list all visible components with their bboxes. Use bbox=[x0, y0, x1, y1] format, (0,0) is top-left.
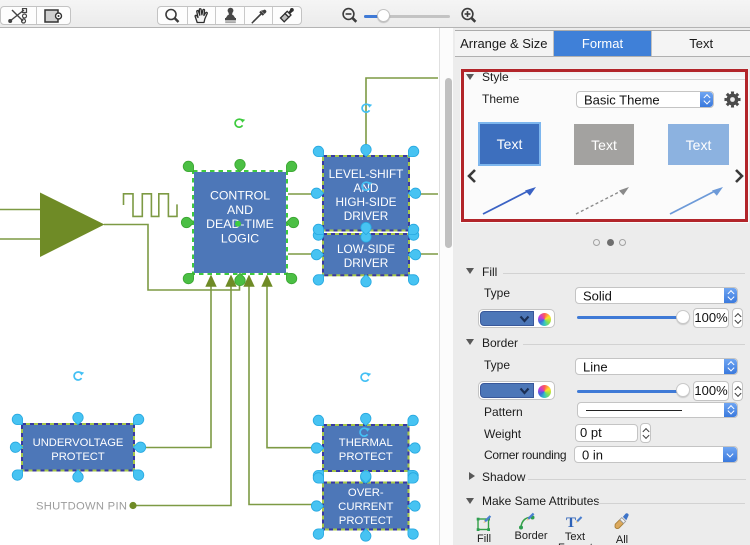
svg-text:SHUTDOWN PIN: SHUTDOWN PIN bbox=[36, 501, 127, 513]
svg-text:PROTECT: PROTECT bbox=[339, 515, 393, 527]
svg-text:PROTECT: PROTECT bbox=[339, 451, 393, 463]
svg-text:AND: AND bbox=[354, 181, 379, 195]
svg-text:LEVEL-SHIFT: LEVEL-SHIFT bbox=[329, 167, 404, 181]
svg-text:OVER-: OVER- bbox=[348, 487, 384, 499]
svg-text:DRIVER: DRIVER bbox=[344, 256, 389, 270]
svg-text:DRIVER: DRIVER bbox=[344, 209, 389, 223]
svg-text:LOGIC: LOGIC bbox=[221, 231, 259, 245]
svg-text:CONTROL: CONTROL bbox=[210, 189, 270, 203]
svg-text:AND: AND bbox=[227, 203, 253, 217]
svg-text:CURRENT: CURRENT bbox=[338, 501, 393, 513]
svg-text:HIGH-SIDE: HIGH-SIDE bbox=[336, 195, 397, 209]
svg-text:THERMAL: THERMAL bbox=[339, 437, 393, 449]
svg-text:LOW-SIDE: LOW-SIDE bbox=[337, 242, 395, 256]
svg-text:PROTECT: PROTECT bbox=[51, 451, 105, 463]
svg-text:T: T bbox=[566, 515, 576, 530]
svg-text:UNDERVOLTAGE: UNDERVOLTAGE bbox=[33, 437, 124, 449]
